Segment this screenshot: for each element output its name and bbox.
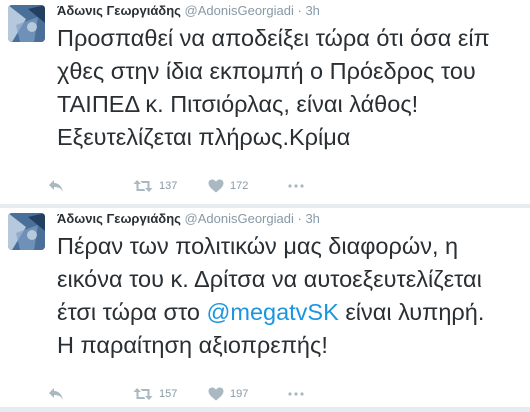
retweet-button[interactable]: 137 [133,176,177,196]
author-handle[interactable]: @AdonisGeorgiadi [185,211,294,226]
separator-dot: · [297,3,302,18]
tweet-text-segment: έτσι τώρα στο [57,299,207,325]
retweet-count: 137 [159,180,178,192]
author-name[interactable]: Άδωνις Γεωργιάδης [57,3,181,18]
more-button[interactable] [288,384,304,404]
tweet-text-line: Πέραν των πολιτικών μας διαφορών, η [57,233,459,259]
reply-button[interactable] [48,176,64,196]
tweet-actions: 137 172 [48,176,508,196]
avatar[interactable] [8,213,45,250]
avatar[interactable] [8,5,45,42]
retweet-icon [133,388,153,400]
more-dots-icon [288,184,304,188]
avatar-image-icon [8,5,45,42]
reply-button[interactable] [48,384,64,404]
tweet-text: Πέραν των πολιτικών μας διαφορών, η εικό… [57,230,530,362]
more-dots-icon [288,392,304,396]
like-button[interactable]: 172 [208,176,248,196]
tweet-time[interactable]: 3h [305,211,319,226]
like-count: 197 [230,388,249,400]
tweet-card-2[interactable]: Άδωνις Γεωργιάδης @AdonisGeorgiadi · 3h … [0,208,530,412]
tweet-card-1[interactable]: Άδωνις Γεωργιάδης @AdonisGeorgiadi · 3h … [0,0,530,204]
tweet-actions: 157 197 [48,384,508,404]
tweet-header: Άδωνις Γεωργιάδης @AdonisGeorgiadi · 3h [57,2,320,20]
reply-icon [49,388,63,400]
retweet-count: 157 [159,388,178,400]
tweet-time[interactable]: 3h [305,3,319,18]
tweet-text-line: έτσι τώρα στο @megatvSK είναι λυπηρή. [57,296,530,329]
tweet-text: Προσπαθεί να αποδείξει τώρα ότι όσα είπ … [57,22,530,154]
author-handle[interactable]: @AdonisGeorgiadi [185,3,294,18]
retweet-button[interactable]: 157 [133,384,177,404]
tweet-divider [0,407,530,412]
tweet-text-line: Εξευτελίζεται πλήρως.Κρίμα [57,124,351,150]
tweet-header: Άδωνις Γεωργιάδης @AdonisGeorgiadi · 3h [57,210,320,228]
mention-link[interactable]: @megatvSK [207,299,339,325]
tweet-text-line: εικόνα του κ. Δρίτσα να αυτοεξευτελίζετα… [57,266,482,292]
tweet-text-line: χθες στην ίδια εκπομπή ο Πρόεδρος του [57,58,476,84]
more-button[interactable] [288,176,304,196]
tweet-text-segment: είναι λυπηρή. [338,299,485,325]
avatar-image-icon [8,213,45,250]
author-name[interactable]: Άδωνις Γεωργιάδης [57,211,181,226]
like-count: 172 [230,180,249,192]
separator-dot: · [297,211,302,226]
tweet-text-line: Προσπαθεί να αποδείξει τώρα ότι όσα είπ [57,25,490,51]
retweet-icon [133,180,153,192]
reply-icon [49,180,63,192]
tweet-text-line: Η παραίτηση αξιοπρεπής! [57,332,328,358]
tweet-text-line: ΤΑΙΠΕΔ κ. Πιτσιόρλας, είναι λάθος! [57,91,419,117]
like-button[interactable]: 197 [208,384,248,404]
heart-icon [208,179,224,193]
heart-icon [208,387,224,401]
